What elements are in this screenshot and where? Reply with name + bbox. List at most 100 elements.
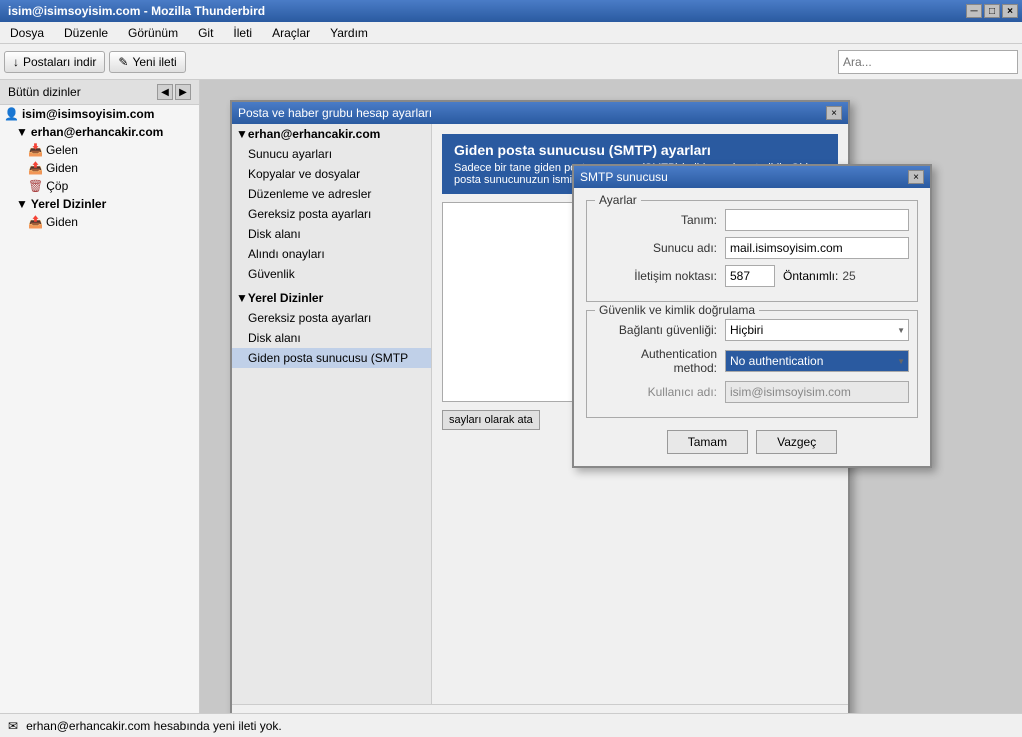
sidebar-item-cop[interactable]: 🗑 Çöp [0, 177, 199, 195]
menu-duzenle[interactable]: Düzenle [58, 24, 114, 42]
account-settings-titlebar: Posta ve haber grubu hesap ayarları × [232, 102, 848, 124]
smtp-server-dialog: SMTP sunucusu × Ayarlar Tanım: [572, 164, 932, 468]
nav-guvenlik[interactable]: Güvenlik [232, 264, 431, 284]
inbox-icon: 📥 [28, 143, 43, 157]
username-row: Kullanıcı adı: [595, 381, 909, 403]
smtp-server-close[interactable]: × [908, 170, 924, 184]
smtp-cancel-button[interactable]: Vazgeç [756, 430, 837, 454]
smtp-security-group: Güvenlik ve kimlik doğrulama Bağlantı gü… [586, 310, 918, 418]
nav-alindi-onaylari[interactable]: Alındı onayları [232, 244, 431, 264]
menu-yardim[interactable]: Yardım [324, 24, 374, 42]
maximize-button[interactable]: □ [984, 4, 1000, 18]
smtp-settings-group: Ayarlar Tanım: Sunucu adı: [586, 200, 918, 302]
menu-ileti[interactable]: İleti [227, 24, 258, 42]
connection-select-wrapper: Hiçbiri STARTTLS SSL/TLS [725, 319, 909, 341]
nav-next-button[interactable]: ▶ [175, 84, 191, 100]
status-text: erhan@erhancakir.com hesabında yeni ilet… [26, 719, 282, 733]
port-label: İletişim noktası: [595, 269, 725, 283]
sidebar-account-erhan[interactable]: ▼ erhan@erhancakir.com [0, 123, 199, 141]
sunucu-input[interactable] [725, 237, 909, 259]
sent-yerel-icon: 📤 [28, 215, 43, 229]
nav-expand-icon: ▼ [236, 127, 248, 141]
nav-yerel-expand-icon: ▼ [236, 291, 248, 305]
account-icon: 👤 [4, 107, 19, 121]
compose-icon: ✎ [118, 55, 128, 69]
nav-disk-alani[interactable]: Disk alanı [232, 224, 431, 244]
auth-row: Authentication method: No authentication… [595, 347, 909, 375]
toolbar: ↓ Postaları indir ✎ Yeni ileti [0, 44, 1022, 80]
status-icon: ✉ [8, 719, 18, 733]
account-settings-footer: Tamam Vazgeç [232, 704, 848, 713]
nav-disk-yerel[interactable]: Disk alanı [232, 328, 431, 348]
auth-select[interactable]: No authentication Normal password Encryp… [725, 350, 909, 372]
smtp-assign-button[interactable]: sayları olarak ata [442, 410, 540, 430]
account-settings-body: ▼ erhan@erhancakir.com Sunucu ayarları K… [232, 124, 848, 704]
account-settings-title: Posta ve haber grubu hesap ayarları [238, 106, 432, 120]
nav-duzenle-adresler[interactable]: Düzenleme ve adresler [232, 184, 431, 204]
new-message-button[interactable]: ✎ Yeni ileti [109, 51, 185, 73]
sidebar-item-gelen[interactable]: 📥 Gelen [0, 141, 199, 159]
nav-prev-button[interactable]: ◀ [157, 84, 173, 100]
sunucu-row: Sunucu adı: [595, 237, 909, 259]
nav-gereksiz-yerel[interactable]: Gereksiz posta ayarları [232, 308, 431, 328]
account-erhan-icon: ▼ [16, 125, 28, 139]
new-message-label: Yeni ileti [132, 55, 176, 69]
all-dirs-label: Bütün dizinler [8, 85, 81, 99]
menu-gorunum[interactable]: Görünüm [122, 24, 184, 42]
account-settings-dialog: Posta ve haber grubu hesap ayarları × ▼ … [230, 100, 850, 713]
minimize-button[interactable]: ─ [966, 4, 982, 18]
sidebar-item-giden[interactable]: 📤 Giden [0, 159, 199, 177]
smtp-ok-button[interactable]: Tamam [667, 430, 748, 454]
trash-icon: 🗑 [28, 179, 43, 193]
smtp-panel-title: Giden posta sunucusu (SMTP) ayarları [454, 142, 826, 158]
title-bar: isim@isimsoyisim.com - Mozilla Thunderbi… [0, 0, 1022, 22]
username-label: Kullanıcı adı: [595, 385, 725, 399]
connection-row: Bağlantı güvenliği: Hiçbiri STARTTLS SSL… [595, 319, 909, 341]
auth-label: Authentication method: [595, 347, 725, 375]
content-area: Posta ve haber grubu hesap ayarları × ▼ … [200, 80, 1022, 713]
download-mail-button[interactable]: ↓ Postaları indir [4, 51, 105, 73]
smtp-server-titlebar: SMTP sunucusu × [574, 166, 930, 188]
sidebar-yerel-dizinler[interactable]: ▼ Yerel Dizinler [0, 195, 199, 213]
account-label: 👤 isim@isimsoyisim.com [0, 105, 199, 123]
menu-dosya[interactable]: Dosya [4, 24, 50, 42]
port-row: İletişim noktası: Öntanımlı: 25 [595, 265, 909, 287]
nav-gereksiz-posta[interactable]: Gereksiz posta ayarları [232, 204, 431, 224]
port-input[interactable] [725, 265, 775, 287]
nav-erhan-account[interactable]: ▼ erhan@erhancakir.com [232, 124, 431, 144]
status-bar: ✉ erhan@erhancakir.com hesabında yeni il… [0, 713, 1022, 737]
main-layout: Bütün dizinler ◀ ▶ 👤 isim@isimsoyisim.co… [0, 80, 1022, 713]
window-title: isim@isimsoyisim.com - Mozilla Thunderbi… [4, 4, 265, 18]
nav-giden-posta-smtp[interactable]: Giden posta sunucusu (SMTP [232, 348, 431, 368]
smtp-security-title: Güvenlik ve kimlik doğrulama [595, 303, 759, 317]
search-input[interactable] [838, 50, 1018, 74]
tanim-label: Tanım: [595, 213, 725, 227]
sidebar-nav: ◀ ▶ [157, 84, 191, 100]
sidebar-header: Bütün dizinler ◀ ▶ [0, 80, 199, 105]
smtp-server-dialog-title: SMTP sunucusu [580, 170, 668, 184]
sunucu-label: Sunucu adı: [595, 241, 725, 255]
nav-yerel-dizinler[interactable]: ▼ Yerel Dizinler [232, 288, 431, 308]
connection-select[interactable]: Hiçbiri STARTTLS SSL/TLS [725, 319, 909, 341]
nav-kopyalar[interactable]: Kopyalar ve dosyalar [232, 164, 431, 184]
nav-sunucu-ayarlari[interactable]: Sunucu ayarları [232, 144, 431, 164]
sidebar-item-giden-yerel[interactable]: 📤 Giden [0, 213, 199, 231]
tanim-row: Tanım: [595, 209, 909, 231]
auth-select-wrapper: No authentication Normal password Encryp… [725, 350, 909, 372]
smtp-content: Giden posta sunucusu (SMTP) ayarları Sad… [432, 124, 848, 704]
account-settings-nav: ▼ erhan@erhancakir.com Sunucu ayarları K… [232, 124, 432, 704]
ontanimi-label: Öntanımlı: [783, 269, 838, 283]
smtp-server-body: Ayarlar Tanım: Sunucu adı: [574, 188, 930, 466]
menu-bar: Dosya Düzenle Görünüm Git İleti Araçlar … [0, 22, 1022, 44]
window-controls: ─ □ × [966, 4, 1018, 18]
search-area [838, 50, 1018, 74]
account-settings-close[interactable]: × [826, 106, 842, 120]
menu-araclar[interactable]: Araçlar [266, 24, 316, 42]
smtp-dialog-buttons: Tamam Vazgeç [586, 430, 918, 454]
ontanimi-value: 25 [842, 269, 855, 283]
username-input [725, 381, 909, 403]
sent-icon: 📤 [28, 161, 43, 175]
close-button[interactable]: × [1002, 4, 1018, 18]
menu-git[interactable]: Git [192, 24, 219, 42]
tanim-input[interactable] [725, 209, 909, 231]
